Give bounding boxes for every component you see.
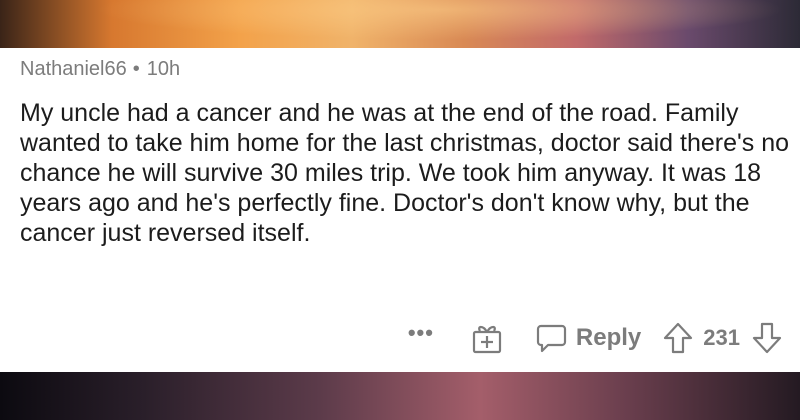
screenshot: Nathaniel66 • 10h My uncle had a cancer an…: [0, 0, 800, 420]
arrow-down-icon: [752, 321, 782, 355]
comment-meta: Nathaniel66 • 10h: [20, 58, 180, 81]
vote-score: 231: [703, 325, 740, 350]
arrow-up-icon: [663, 321, 693, 355]
comment-body: My uncle had a cancer and he was at the …: [20, 99, 790, 247]
sunset-background-top: [0, 0, 800, 48]
sunset-background-bottom: [0, 372, 800, 420]
comment-age: 10h: [146, 58, 181, 80]
speech-bubble-icon: [534, 321, 568, 355]
meta-separator: •: [132, 58, 140, 80]
upvote-button[interactable]: [663, 321, 693, 355]
gift-award-icon[interactable]: [470, 321, 504, 355]
downvote-button[interactable]: [752, 321, 782, 355]
more-options-icon[interactable]: •••: [408, 322, 434, 354]
reply-button[interactable]: Reply: [534, 321, 641, 355]
comment-card: Nathaniel66 • 10h My uncle had a cancer an…: [0, 48, 800, 372]
author-name[interactable]: Nathaniel66: [20, 58, 127, 80]
comment-actions: ••• Reply 231: [408, 318, 782, 358]
reply-label: Reply: [575, 324, 642, 351]
